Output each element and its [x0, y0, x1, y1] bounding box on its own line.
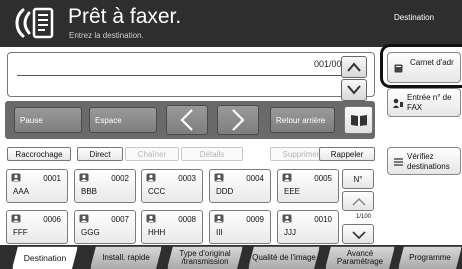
tab-advanced[interactable]: Avancé Paramétrage	[325, 246, 395, 269]
contact-icon	[79, 214, 89, 223]
speed-dial-number: 0004	[246, 174, 264, 183]
tab-details[interactable]: Détails	[181, 147, 243, 161]
check-destinations-button[interactable]: Vérifiez destinations	[387, 147, 461, 175]
contact-icon	[282, 214, 292, 223]
check-destinations-label: Vérifiez destinations	[407, 152, 450, 171]
speed-dial-button[interactable]: 0005 EEE	[277, 169, 339, 203]
tab-quick-setup[interactable]: Install. rapide	[90, 246, 162, 269]
open-book-icon	[350, 115, 367, 126]
chevron-down-icon	[352, 231, 366, 239]
speed-dial-button[interactable]: 0009 III	[209, 210, 271, 244]
speed-dial-name: HHH	[148, 228, 166, 237]
speed-dial-number: 0007	[111, 215, 129, 224]
speed-dial-button[interactable]: 0007 GGG	[74, 210, 136, 244]
number-search-label: N°	[353, 175, 363, 184]
tab-hook[interactable]: Raccrochage	[7, 147, 71, 161]
scroll-up-button[interactable]	[341, 56, 367, 78]
speed-dial-number: 0002	[111, 174, 129, 183]
speed-dial-button[interactable]: 0003 CCC	[141, 169, 203, 203]
chevron-up-icon	[352, 198, 366, 206]
tab-direct[interactable]: Direct	[77, 147, 123, 161]
keypad-person-icon	[393, 98, 403, 108]
page-subtitle: Entrez la destination.	[69, 31, 144, 40]
arrow-right-icon	[232, 109, 245, 131]
contact-icon	[79, 173, 89, 182]
contact-icon	[214, 214, 224, 223]
speed-dial-button[interactable]: 0008 HHH	[141, 210, 203, 244]
speed-dial-number: 0009	[246, 215, 264, 224]
header-bar: Prêt à faxer. Entrez la destination. Des…	[0, 0, 462, 47]
fax-number-entry-label: Entrée n° de FAX	[407, 93, 452, 112]
speed-dial-name: EEE	[284, 187, 301, 196]
speed-dial-number: 0003	[178, 174, 196, 183]
speed-dial-name: AAA	[13, 187, 30, 196]
backspace-button[interactable]: Retour arrière	[270, 107, 335, 133]
cursor-left-button[interactable]	[166, 105, 208, 135]
tab-chain[interactable]: Chaîner	[125, 147, 179, 161]
scroll-down-button[interactable]	[341, 79, 367, 101]
speed-dial-number: 0006	[43, 215, 61, 224]
speed-dial-name: III	[216, 228, 223, 237]
page-up-button[interactable]	[342, 191, 374, 211]
destination-input-line	[17, 75, 353, 76]
speed-dial-name: DDD	[216, 187, 234, 196]
tab-image-quality[interactable]: Qualité de l'image	[248, 246, 320, 269]
speed-dial-name: GGG	[81, 228, 100, 237]
page-indicator: 1/100	[356, 214, 372, 220]
speed-dial-number: 0010	[314, 215, 332, 224]
pause-button[interactable]: Pause	[14, 107, 82, 133]
destination-label: Destination	[394, 13, 435, 22]
speed-dial-number: 0008	[178, 215, 196, 224]
speed-dial-button[interactable]: 0006 FFF	[6, 210, 68, 244]
chevron-up-icon	[347, 62, 361, 72]
tab-program[interactable]: Programme	[398, 246, 462, 269]
page-down-button[interactable]	[342, 224, 374, 244]
speed-dial-number: 0005	[314, 174, 332, 183]
speed-dial-button[interactable]: 0004 DDD	[209, 169, 271, 203]
page-title: Prêt à faxer.	[68, 5, 182, 28]
contact-icon	[11, 214, 21, 223]
fax-number-entry-button[interactable]: Entrée n° de FAX	[387, 88, 461, 117]
speed-dial-name: JJJ	[284, 228, 296, 237]
speed-dial-number: 0001	[43, 174, 61, 183]
speed-dial-name: FFF	[13, 228, 28, 237]
contact-icon	[11, 173, 21, 182]
speed-dial-name: CCC	[148, 187, 166, 196]
cursor-right-button[interactable]	[217, 105, 259, 135]
contact-icon	[214, 173, 224, 182]
contact-icon	[146, 173, 156, 182]
selection-highlight	[380, 44, 462, 88]
contact-icon	[146, 214, 156, 223]
speed-dial-name: BBB	[81, 187, 98, 196]
speed-dial-button[interactable]: 0002 BBB	[74, 169, 136, 203]
tab-recall[interactable]: Rappeler	[319, 147, 375, 161]
list-icon	[394, 158, 403, 166]
fax-machine-icon	[15, 7, 54, 39]
chevron-down-icon	[347, 85, 361, 95]
tab-original-type[interactable]: Type d'original /transmission	[167, 246, 243, 269]
address-book-key[interactable]	[344, 106, 373, 134]
number-search-button[interactable]: N°	[342, 169, 374, 189]
speed-dial-button[interactable]: 0010 JJJ	[277, 210, 339, 244]
contact-icon	[282, 173, 292, 182]
arrow-left-icon	[180, 109, 193, 131]
tab-destination[interactable]: Destination	[12, 246, 78, 269]
destination-panel[interactable]: 001/001	[7, 52, 375, 97]
space-button[interactable]: Espace	[89, 107, 157, 133]
speed-dial-button[interactable]: 0001 AAA	[6, 169, 68, 203]
